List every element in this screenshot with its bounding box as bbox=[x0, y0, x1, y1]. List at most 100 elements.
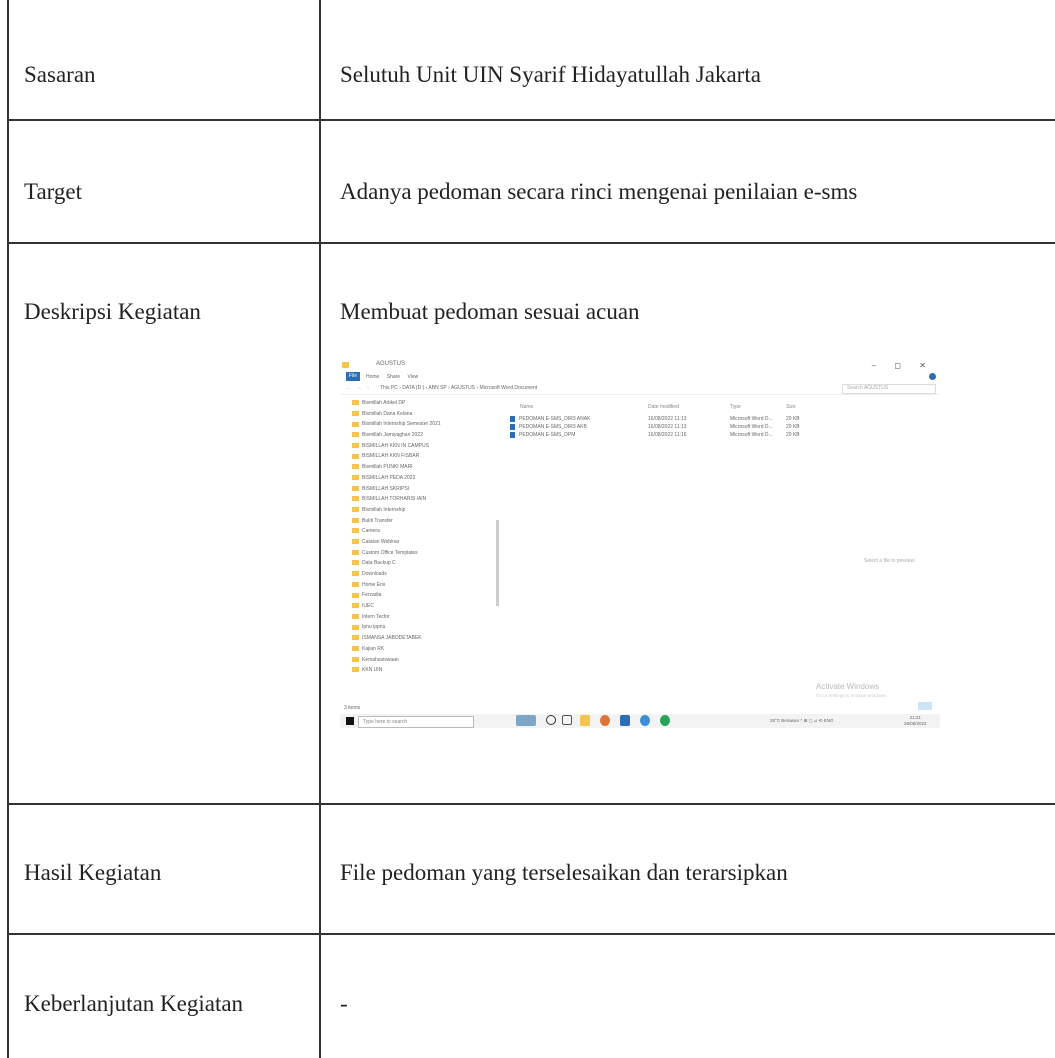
status-bar: 3 items bbox=[344, 705, 361, 711]
folder-icon bbox=[352, 549, 359, 555]
folder-icon bbox=[352, 453, 359, 459]
folder-icon bbox=[352, 496, 359, 502]
folder-icon bbox=[352, 603, 359, 609]
folder-icon bbox=[352, 592, 359, 598]
tree-folder-label: Ferzadia bbox=[362, 592, 382, 599]
tree-folder-item: Camera bbox=[352, 526, 512, 537]
folder-icon bbox=[352, 667, 359, 673]
taskbar-explorer-icon bbox=[580, 715, 590, 726]
screenshot-search: Search AGUSTUS bbox=[842, 384, 936, 394]
row-label-deskripsi: Deskripsi Kegiatan bbox=[24, 299, 201, 324]
tree-folder-item: Bismillah Artikel DP bbox=[352, 398, 512, 409]
tree-folder-item: BISMILLAH PEDA 2022 bbox=[352, 473, 512, 484]
header-date: Date modified bbox=[648, 404, 679, 410]
tree-folder-label: BISMILLAH SKRIPSI bbox=[362, 485, 410, 492]
screenshot-address-bar: ← → ↑ This PC › DATA (D:) › ABN SP › AGU… bbox=[340, 384, 940, 395]
tree-folder-item: Ipnu ippnu bbox=[352, 622, 512, 633]
tree-folder-item: KKN UIN bbox=[352, 665, 512, 676]
tree-folder-label: Bismillah Artikel DP bbox=[362, 400, 406, 406]
folder-icon bbox=[352, 581, 359, 587]
folder-icon bbox=[352, 464, 359, 470]
taskbar-clock: 21:21 26/08/2022 bbox=[904, 715, 927, 727]
tree-folder-item: Bismillah Jamiyaghan 2022 bbox=[352, 430, 512, 441]
tree-folder-item: Bismillah Internship Semester 2021 bbox=[352, 419, 512, 430]
taskbar-taskview-icon bbox=[562, 715, 572, 725]
tree-folder-label: ISMANSA JABODETABEK bbox=[362, 635, 422, 642]
tree-folder-label: Bismillah PUNKI MARI bbox=[362, 464, 413, 471]
tree-folder-label: Intern Tecfor bbox=[362, 613, 390, 620]
header-name: Name bbox=[520, 404, 534, 410]
tree-folder-item: Bismillah PUNKI MARI bbox=[352, 462, 512, 473]
row-label-hasil: Hasil Kegiatan bbox=[24, 860, 162, 885]
tree-folder-item: Bismillah Internship bbox=[352, 505, 512, 516]
tree-folder-label: Catatan Webinar bbox=[362, 538, 400, 545]
tree-folder-item: Catatan Webinar bbox=[352, 537, 512, 548]
file-name: PEDOMAN E-SMS_DIR3 AKB bbox=[519, 424, 587, 430]
row-value-target: Adanya pedoman secara rinci mengenai pen… bbox=[340, 179, 858, 204]
folder-icon bbox=[352, 656, 359, 662]
row-value-keberlanjutan: - bbox=[340, 991, 348, 1016]
file-type: Microsoft Word D... bbox=[730, 416, 773, 422]
file-date: 16/08/2022 11:13 bbox=[648, 424, 687, 430]
folder-icon bbox=[352, 442, 359, 448]
row-value-sasaran: Selutuh Unit UIN Syarif Hidayatullah Jak… bbox=[340, 62, 761, 87]
preview-message: Select a file to preview. bbox=[864, 558, 916, 564]
header-size: Size bbox=[786, 404, 796, 410]
explorer-screenshot: AGUSTUS – ◻ ✕ File Home Share View ← → ↑… bbox=[340, 360, 940, 744]
folder-icon bbox=[352, 432, 359, 438]
activate-watermark-sub: Go to Settings to activate Windows. bbox=[816, 693, 888, 698]
ribbon-file-tab: File bbox=[346, 372, 360, 381]
tree-folder-item: Bismillah Dana Kelana bbox=[352, 409, 512, 420]
tree-folder-item: Custom Office Templates bbox=[352, 548, 512, 559]
taskbar-chrome-icon bbox=[640, 715, 650, 726]
folder-icon bbox=[352, 517, 359, 523]
tree-folder-label: Kemahasiswaan bbox=[362, 656, 399, 663]
tree-folder-label: Home Ens bbox=[362, 581, 386, 588]
tree-folder-item: Kajian RK bbox=[352, 644, 512, 655]
nav-arrows-icon: ← → ↑ bbox=[346, 385, 372, 391]
tree-folder-item: Bukti Transfer bbox=[352, 516, 512, 527]
screenshot-ribbon: File Home Share View bbox=[340, 372, 940, 382]
tree-folder-item: Downloads bbox=[352, 569, 512, 580]
folder-icon bbox=[352, 560, 359, 566]
activate-watermark: Activate Windows bbox=[816, 682, 880, 691]
tree-folder-item: ISMANSA JABODETABEK bbox=[352, 633, 512, 644]
tree-folder-label: BISMILLAH PEDA 2022 bbox=[362, 474, 416, 481]
folder-icon bbox=[352, 539, 359, 545]
file-type: Microsoft Word D... bbox=[730, 432, 773, 438]
tree-folder-item: Home Ens bbox=[352, 580, 512, 591]
word-doc-icon bbox=[510, 424, 515, 430]
taskbar-word-icon bbox=[620, 715, 630, 726]
row-divider bbox=[7, 119, 1055, 121]
table-column-divider bbox=[319, 0, 321, 1058]
tree-folder-label: Bukti Transfer bbox=[362, 517, 393, 524]
tree-folder-item: BISMILLAH KKN FISBAR bbox=[352, 451, 512, 462]
tree-folder-label: Bismillah Dana Kelana bbox=[362, 410, 413, 417]
screenshot-titlebar: AGUSTUS – ◻ ✕ bbox=[340, 360, 940, 372]
file-date: 16/08/2022 11:16 bbox=[648, 432, 687, 438]
file-type: Microsoft Word D... bbox=[730, 424, 773, 430]
tree-folder-label: BISMILLAH TORHARIS IAIN bbox=[362, 496, 427, 503]
tree-folder-label: Bismillah Internship bbox=[362, 506, 406, 513]
tree-folder-label: BISMILLAH KKN IN CAMPUS bbox=[362, 442, 429, 449]
header-type: Type bbox=[730, 404, 741, 410]
tree-folder-item: IUEC bbox=[352, 601, 512, 612]
tree-folder-item: Ferzadia bbox=[352, 590, 512, 601]
file-date: 16/08/2022 11:13 bbox=[648, 416, 687, 422]
folder-icon bbox=[352, 624, 359, 630]
tree-folder-item: Intern Tecfor bbox=[352, 612, 512, 623]
system-tray: 28°C Berawan ^ ⊞ ◻ ⊿ ⟲ ENG bbox=[770, 718, 834, 723]
folder-icon bbox=[352, 571, 359, 577]
tree-folder-label: Data Backup C bbox=[362, 560, 396, 567]
folder-icon bbox=[352, 400, 359, 406]
row-label-keberlanjutan: Keberlanjutan Kegiatan bbox=[24, 991, 244, 1016]
tree-folder-item: Kemahasiswaan bbox=[352, 655, 512, 666]
help-icon bbox=[929, 373, 936, 380]
tree-folder-label: Bismillah Internship Semester 2021 bbox=[362, 421, 441, 428]
screenshot-folder-tree: Bismillah Artikel DP Bismillah Dana Kelan… bbox=[352, 398, 512, 676]
taskbar-weather-icon bbox=[516, 715, 536, 726]
clock-date: 26/08/2022 bbox=[904, 721, 927, 726]
row-divider bbox=[7, 242, 1055, 244]
row-divider bbox=[7, 803, 1055, 805]
folder-icon bbox=[352, 474, 359, 480]
